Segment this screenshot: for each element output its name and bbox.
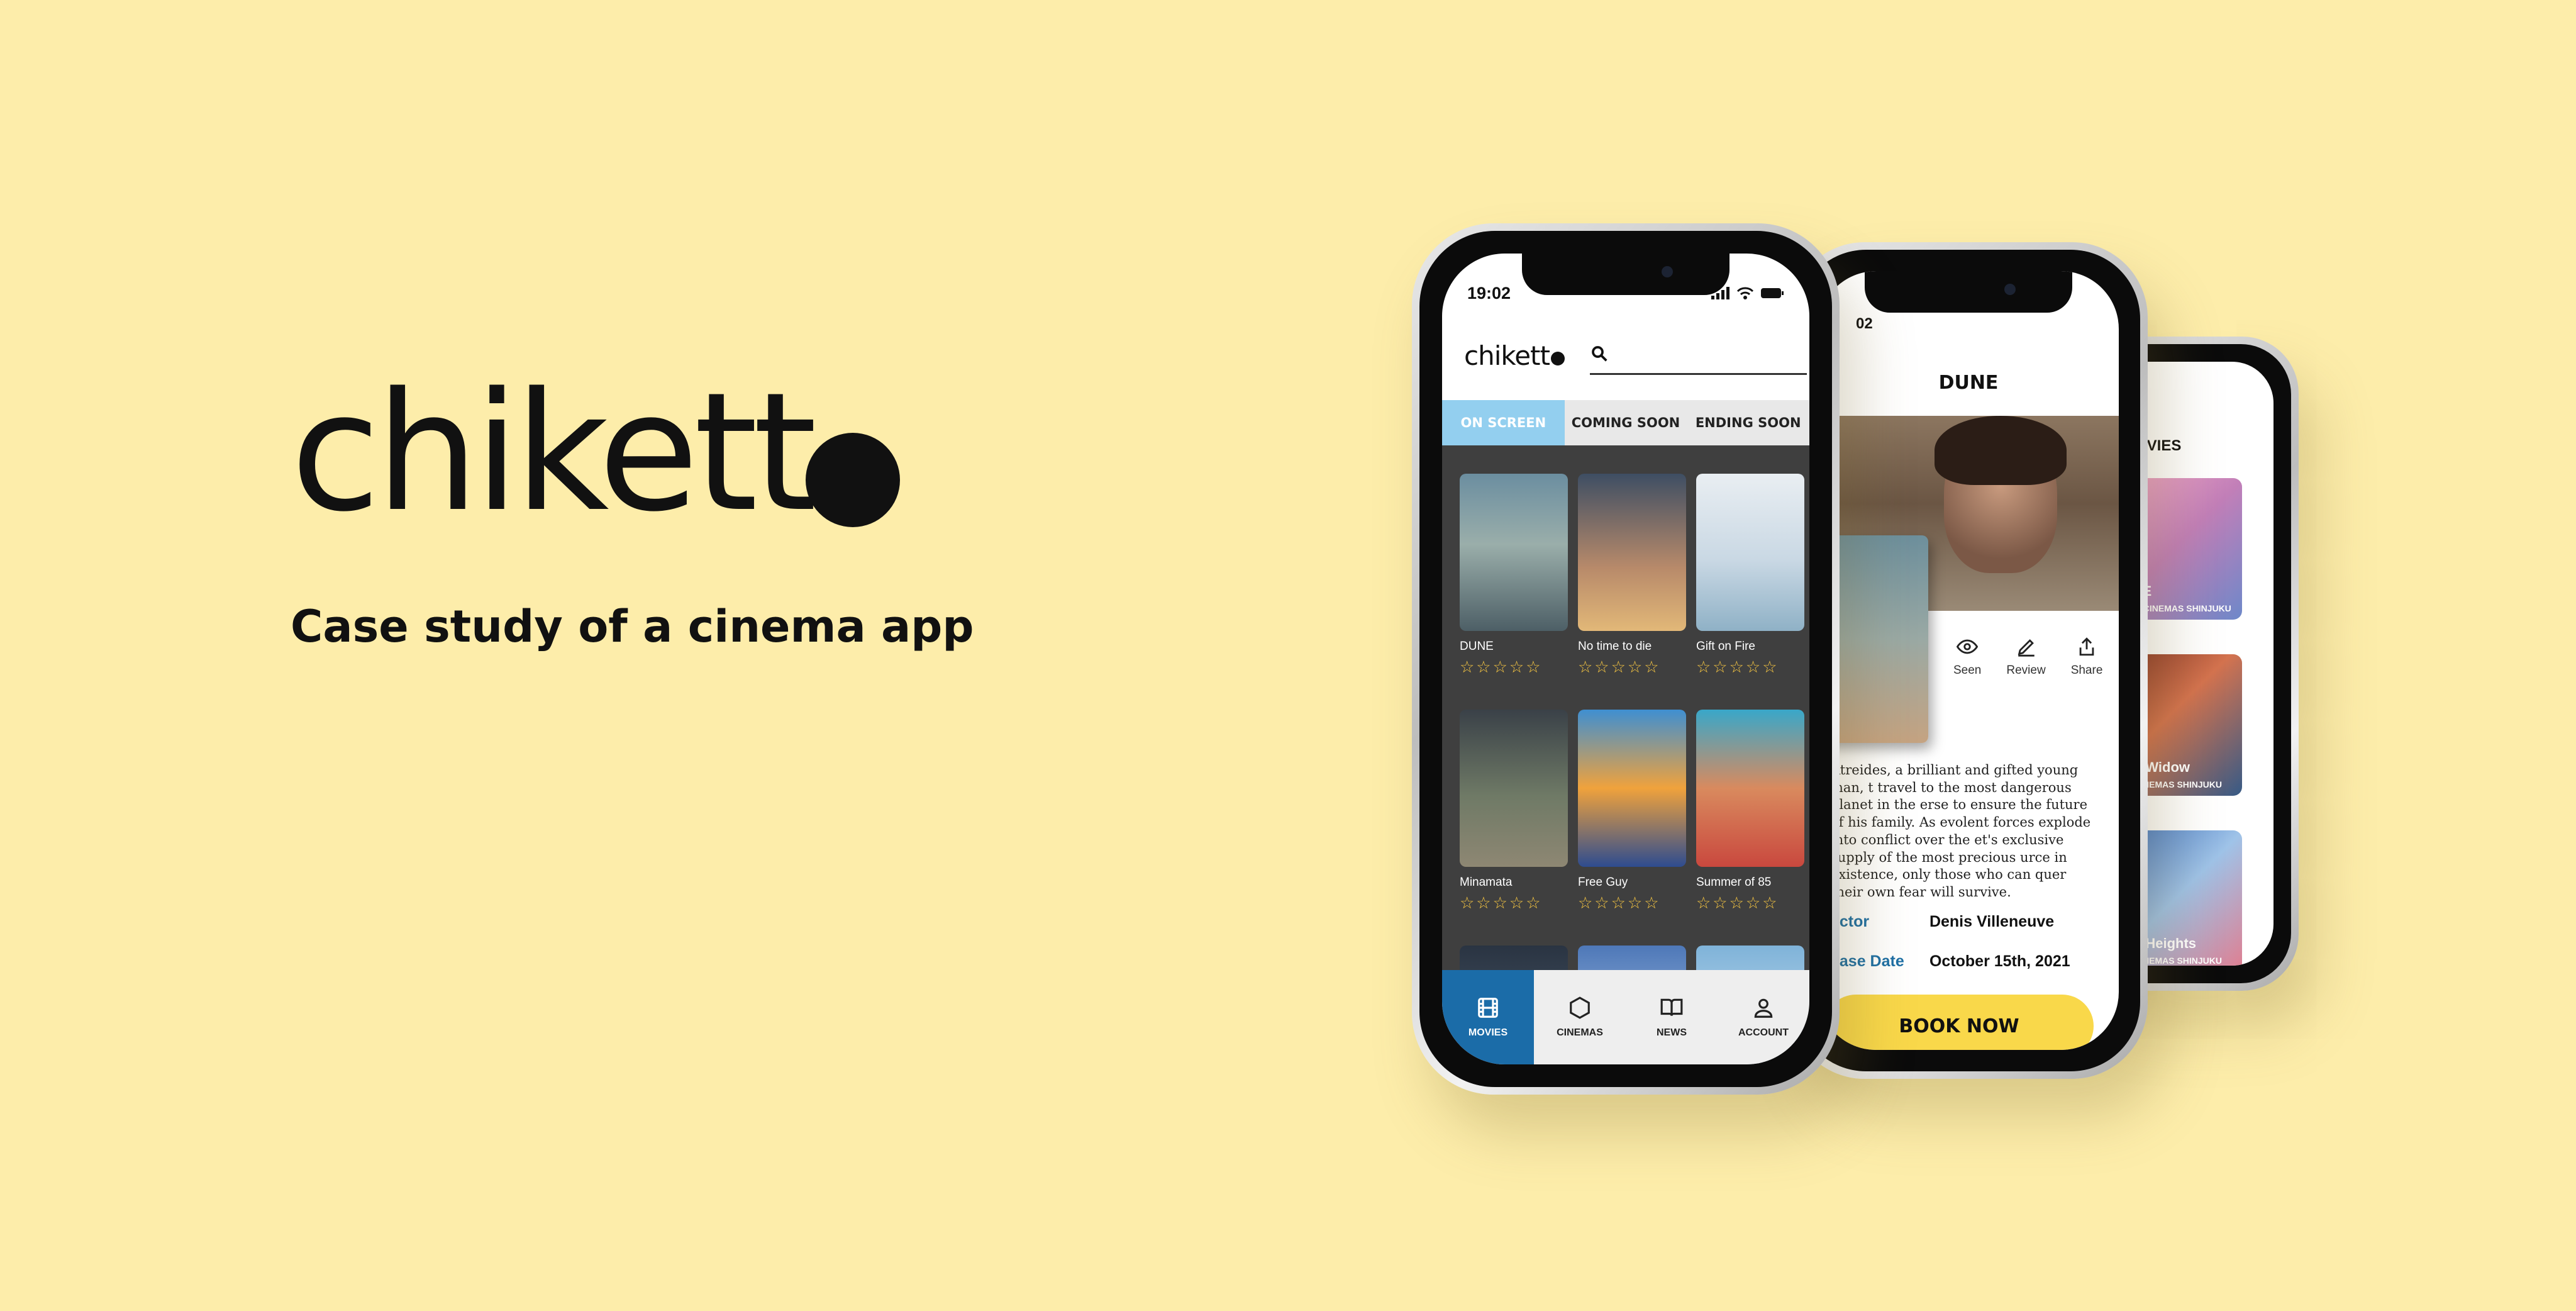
search-icon[interactable] [1590, 344, 1609, 363]
movie-poster [1696, 710, 1804, 867]
search-input[interactable] [1615, 343, 1806, 367]
movie-card-title: Gift on Fire [1696, 640, 1755, 653]
share-icon [2079, 637, 2094, 656]
star-rating[interactable]: ☆☆☆☆☆ [1696, 893, 1804, 913]
app-logo: chikett [1464, 340, 1565, 371]
phone-notch [1522, 254, 1729, 295]
tagline: Case study of a cinema app [291, 601, 974, 652]
movie-poster [1460, 474, 1568, 631]
movie-card-title: Free Guy [1578, 876, 1628, 889]
movie-synopsis: Atreides, a brilliant and gifted young m… [1831, 762, 2091, 900]
movie-card-title: Minamata [1460, 876, 1513, 889]
brand-logo: chikett [291, 358, 901, 548]
movie-card[interactable]: Gift on Fire ☆☆☆☆☆ [1696, 474, 1804, 677]
movie-poster [1696, 474, 1804, 631]
brand-logo-text: chikett [291, 358, 817, 548]
movie-card[interactable]: DUNE ☆☆☆☆☆ [1460, 474, 1568, 677]
tab-on-screen[interactable]: ON SCREEN [1442, 400, 1565, 445]
movie-title: DUNE [1938, 372, 1999, 394]
eye-icon [1957, 639, 1979, 654]
film-icon [1478, 998, 1498, 1018]
app-logo-dot [1550, 351, 1565, 365]
movie-poster [1460, 710, 1568, 867]
app-header: chikett [1442, 310, 1809, 400]
pencil-icon [2018, 639, 2035, 657]
movie-card[interactable]: No time to die ☆☆☆☆☆ [1578, 474, 1686, 677]
nav-news[interactable]: NEWS [1626, 970, 1718, 1064]
release-date-row: ease Date October 15th, 2021 [1831, 952, 2070, 971]
nav-cinemas-label: CINEMAS [1557, 1027, 1603, 1038]
nav-account-label: ACCOUNT [1738, 1027, 1789, 1038]
phone-movie-detail-screen: 02 DUNE Seen Review Share Atreides, a br… [1818, 271, 2119, 1050]
status-time: 19:02 [1467, 284, 1511, 303]
tab-coming-soon[interactable]: COMING SOON [1565, 400, 1687, 445]
release-date-label: ease Date [1831, 952, 1904, 970]
book-now-button[interactable]: BOOK NOW [1824, 995, 2094, 1050]
nav-movies[interactable]: MOVIES [1442, 970, 1534, 1064]
movie-card[interactable]: Summer of 85 ☆☆☆☆☆ [1696, 710, 1804, 913]
movie-poster [1578, 710, 1686, 867]
book-icon [1660, 998, 1683, 1016]
movie-card[interactable]: Minamata ☆☆☆☆☆ [1460, 710, 1568, 913]
bottom-nav: MOVIES CINEMAS NEWS ACCOUNT [1442, 970, 1809, 1064]
user-icon [1754, 998, 1773, 1018]
tab-ending-soon[interactable]: ENDING SOON [1687, 400, 1809, 445]
movie-card[interactable]: Free Guy ☆☆☆☆☆ [1578, 710, 1686, 913]
movie-actions: Seen Review Share [1953, 636, 2102, 678]
director-label: ector [1831, 913, 1870, 930]
seen-button[interactable]: Seen [1953, 636, 1981, 678]
seen-label: Seen [1953, 664, 1982, 677]
phone-movie-detail: 02 DUNE Seen Review Share Atreides, a br… [1789, 242, 2148, 1079]
star-rating[interactable]: ☆☆☆☆☆ [1460, 657, 1568, 677]
share-button[interactable]: Share [2070, 636, 2103, 678]
movie-card-title: No time to die [1578, 640, 1652, 653]
movie-poster [1578, 474, 1686, 631]
brand-logo-dot [806, 433, 901, 527]
phone-movie-browse-screen: 19:02 chikett ON SCREEN COMING SOON ENDI… [1442, 254, 1809, 1064]
search-bar [1590, 342, 1807, 375]
movie-card-title: DUNE [1460, 640, 1494, 653]
battery-icon [1761, 288, 1784, 298]
share-label: Share [2070, 664, 2103, 677]
star-rating[interactable]: ☆☆☆☆☆ [1578, 657, 1686, 677]
review-button[interactable]: Review [2006, 636, 2046, 678]
wifi-icon [1736, 287, 1754, 299]
nav-account[interactable]: ACCOUNT [1718, 970, 1809, 1064]
nav-news-label: NEWS [1657, 1027, 1687, 1038]
nav-cinemas[interactable]: CINEMAS [1534, 970, 1626, 1064]
hexagon-icon [1570, 996, 1590, 1019]
release-date-value: October 15th, 2021 [1929, 952, 2070, 970]
review-label: Review [2006, 664, 2046, 677]
star-rating[interactable]: ☆☆☆☆☆ [1578, 893, 1686, 913]
director-row: ector Denis Villeneuve [1831, 913, 2054, 931]
phone-notch [1865, 271, 2072, 313]
list-item-cinema: O CINEMAS SHINJUKU [2134, 603, 2231, 613]
status-time: 02 [1856, 315, 1873, 332]
app-logo-text: chikett [1464, 340, 1550, 371]
movie-card-title: Summer of 85 [1696, 876, 1772, 889]
director-value: Denis Villeneuve [1929, 913, 2055, 930]
star-rating[interactable]: ☆☆☆☆☆ [1460, 893, 1568, 913]
nav-movies-label: MOVIES [1468, 1027, 1508, 1038]
movie-tabs: ON SCREEN COMING SOON ENDING SOON [1442, 400, 1809, 445]
star-rating[interactable]: ☆☆☆☆☆ [1696, 657, 1804, 677]
phone-movie-browse: 19:02 chikett ON SCREEN COMING SOON ENDI… [1412, 223, 1840, 1095]
